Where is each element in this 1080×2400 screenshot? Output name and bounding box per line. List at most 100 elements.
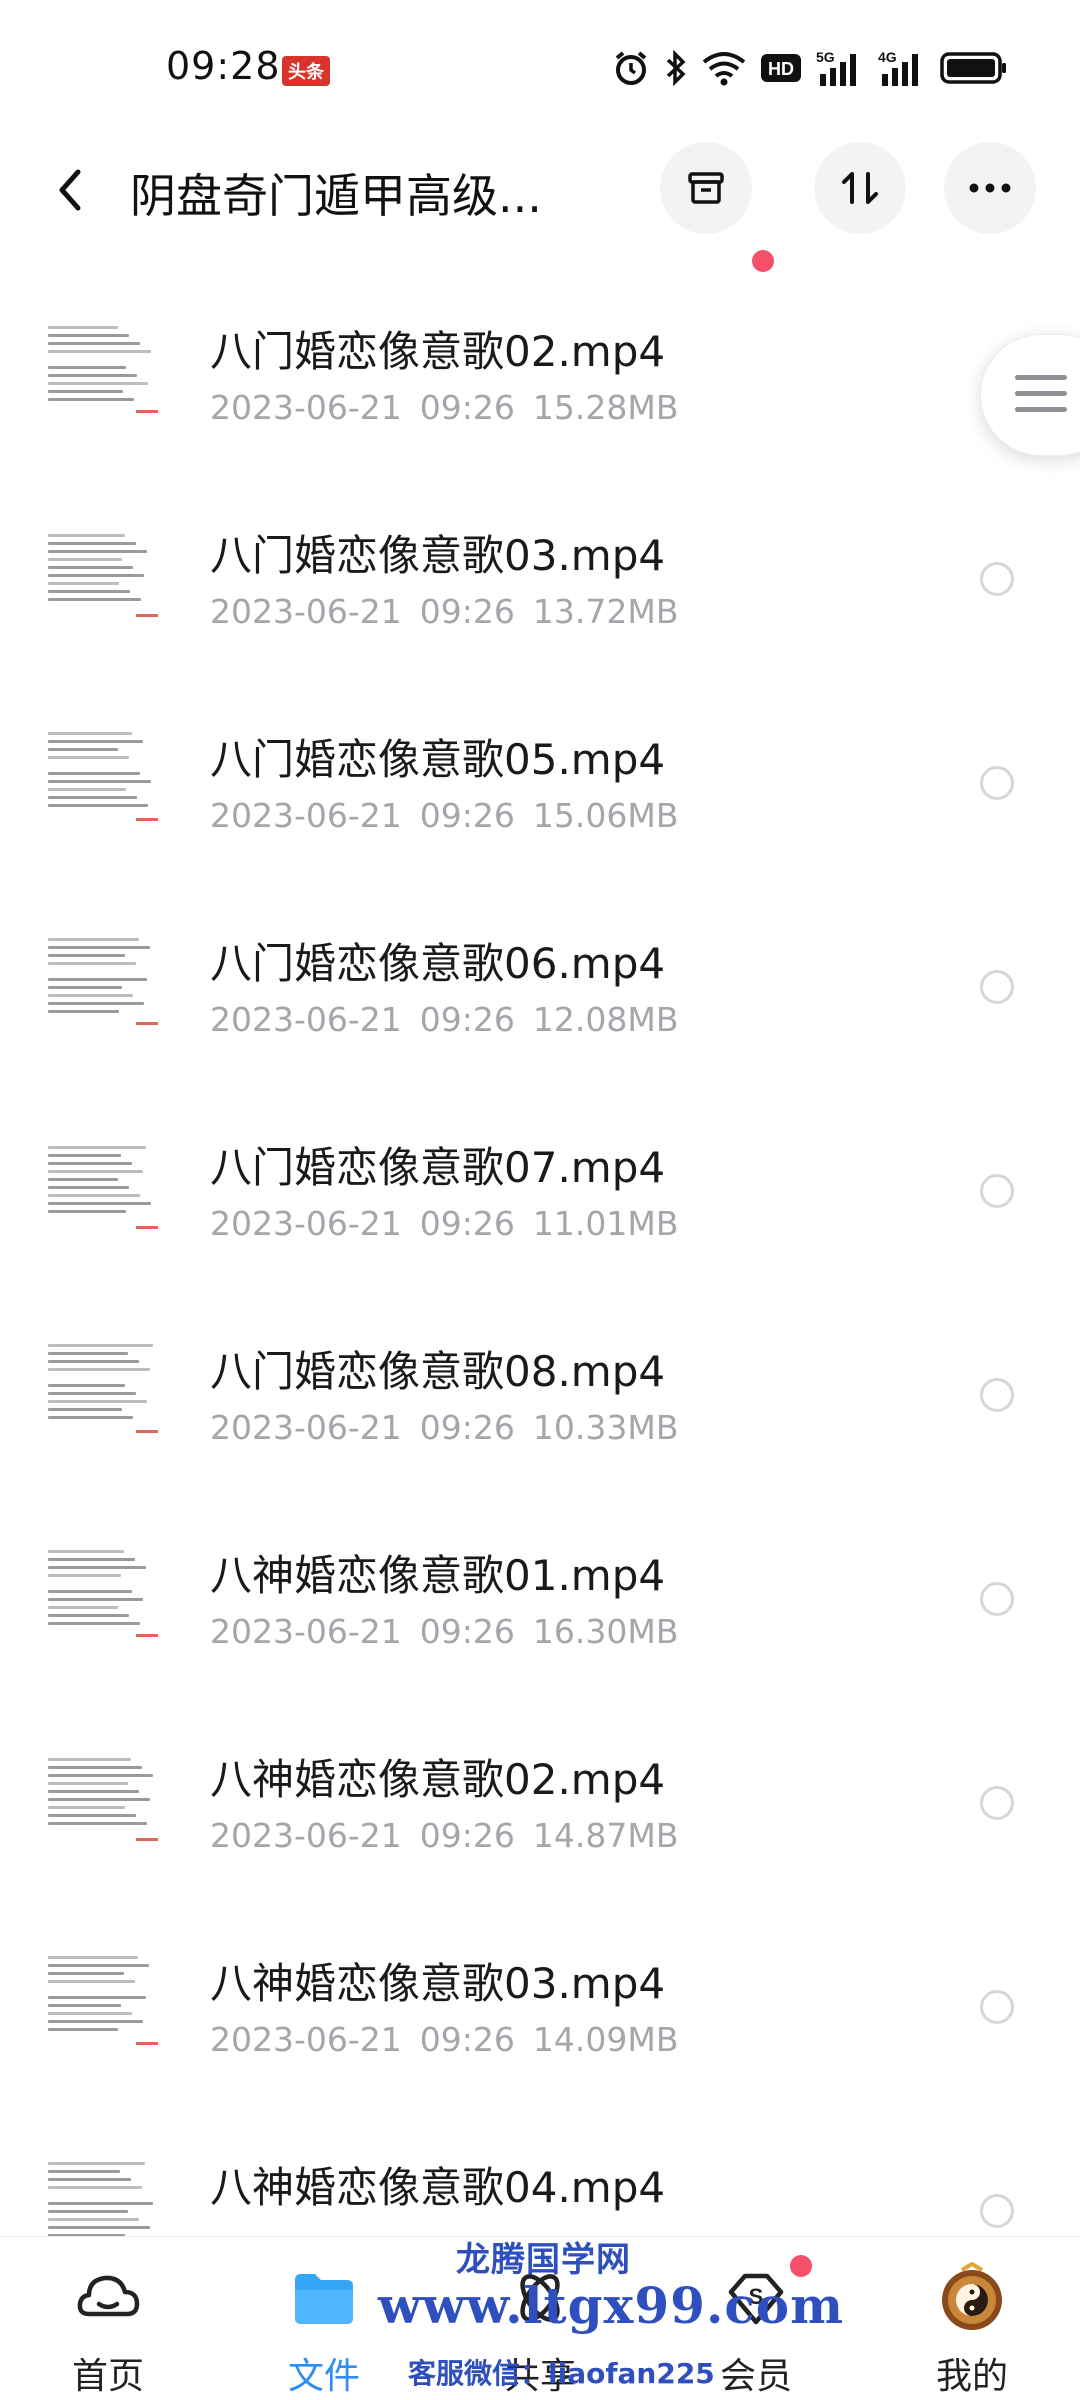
video-thumbnail <box>44 918 164 1038</box>
back-arrow-icon <box>59 169 81 211</box>
top-app-bar: 阴盘奇门遁甲高级... <box>0 130 1080 272</box>
file-time: 09:26 <box>419 1408 515 1447</box>
file-meta: 2023-06-21 09:26 13.72MB <box>210 592 696 631</box>
video-thumbnail <box>44 1326 164 1446</box>
file-name: 八门婚恋像意歌02.mp4 <box>210 327 666 376</box>
file-size: 14.09MB <box>532 2020 679 2059</box>
file-name: 八门婚恋像意歌08.mp4 <box>210 1347 666 1396</box>
file-row[interactable]: 八门婚恋像意歌06.mp4 2023-06-21 09:26 12.08MB <box>0 890 1080 1094</box>
select-radio[interactable] <box>980 766 1014 800</box>
video-thumbnail <box>44 1530 164 1650</box>
vip-notification-dot <box>790 2255 812 2277</box>
file-name: 八门婚恋像意歌03.mp4 <box>210 531 666 580</box>
file-meta: 2023-06-21 09:26 14.87MB <box>210 1816 696 1855</box>
file-time: 09:26 <box>419 1204 515 1243</box>
file-size: 13.72MB <box>532 592 679 631</box>
signal-4g-icon: 4G <box>878 48 926 88</box>
file-date: 2023-06-21 <box>210 592 402 631</box>
signal-5g-icon: 5G <box>816 48 864 88</box>
file-date: 2023-06-21 <box>210 1408 402 1447</box>
screen: 09:28 头条 HD 5G 4G 阴盘奇门遁甲高级... 八门婚恋像意歌02.… <box>0 0 1080 2400</box>
video-thumbnail <box>44 1122 164 1242</box>
file-time: 09:26 <box>419 592 515 631</box>
file-name: 八门婚恋像意歌06.mp4 <box>210 939 666 988</box>
file-row[interactable]: 八门婚恋像意歌05.mp4 2023-06-21 09:26 15.06MB <box>0 686 1080 890</box>
file-name: 八门婚恋像意歌07.mp4 <box>210 1143 666 1192</box>
page-title: 阴盘奇门遁甲高级... <box>130 169 542 223</box>
video-thumbnail <box>44 714 164 834</box>
file-date: 2023-06-21 <box>210 796 402 835</box>
status-icons: HD 5G 4G <box>612 46 1008 90</box>
file-row[interactable]: 八神婚恋像意歌01.mp4 2023-06-21 09:26 16.30MB <box>0 1502 1080 1706</box>
sort-icon <box>842 172 878 204</box>
file-date: 2023-06-21 <box>210 1816 402 1855</box>
file-row[interactable]: 八门婚恋像意歌02.mp4 2023-06-21 09:26 15.28MB <box>0 278 1080 482</box>
select-radio[interactable] <box>980 2194 1014 2228</box>
select-radio[interactable] <box>980 1990 1014 2024</box>
file-time: 09:26 <box>419 388 515 427</box>
file-size: 12.08MB <box>532 1000 679 1039</box>
watermark-contact: 客服微信：liaofan225 <box>408 2357 715 2390</box>
video-thumbnail <box>44 1734 164 1854</box>
file-date: 2023-06-21 <box>210 2020 402 2059</box>
file-time: 09:26 <box>419 1816 515 1855</box>
file-time: 09:26 <box>419 2020 515 2059</box>
select-radio[interactable] <box>980 562 1014 596</box>
status-time: 09:28 <box>166 44 281 88</box>
select-radio[interactable] <box>980 1786 1014 1820</box>
svg-text:HD: HD <box>768 59 794 79</box>
nav-home[interactable]: 首页 <box>0 2237 216 2400</box>
select-radio[interactable] <box>980 1174 1014 1208</box>
menu-lines-icon <box>1015 375 1067 423</box>
select-radio[interactable] <box>980 970 1014 1004</box>
file-time: 09:26 <box>419 796 515 835</box>
status-badge: 头条 <box>282 56 330 86</box>
sort-button[interactable] <box>814 142 906 234</box>
select-radio[interactable] <box>980 1582 1014 1616</box>
nav-files-label: 文件 <box>287 2356 360 2397</box>
file-list: 八门婚恋像意歌02.mp4 2023-06-21 09:26 15.28MB 八门婚恋像… <box>0 278 1080 2318</box>
back-button[interactable] <box>40 160 100 220</box>
video-thumbnail <box>44 306 164 426</box>
file-meta: 2023-06-21 09:26 10.33MB <box>210 1408 696 1447</box>
file-name: 八神婚恋像意歌01.mp4 <box>210 1551 666 1600</box>
nav-me-label: 我的 <box>935 2356 1008 2397</box>
folder-icon <box>286 2263 362 2333</box>
notification-dot <box>752 250 774 272</box>
avatar-icon <box>934 2262 1010 2333</box>
more-button[interactable] <box>944 142 1036 234</box>
file-meta: 2023-06-21 09:26 14.09MB <box>210 2020 696 2059</box>
file-row[interactable]: 八门婚恋像意歌07.mp4 2023-06-21 09:26 11.01MB <box>0 1094 1080 1298</box>
watermark-url: www.ltgx99.com <box>378 2276 845 2335</box>
nav-home-label: 首页 <box>71 2356 144 2397</box>
file-date: 2023-06-21 <box>210 1204 402 1243</box>
svg-text:4G: 4G <box>878 49 897 65</box>
file-meta: 2023-06-21 09:26 11.01MB <box>210 1204 696 1243</box>
home-cloud-icon <box>70 2263 146 2333</box>
hd-icon: HD <box>760 52 802 84</box>
file-date: 2023-06-21 <box>210 388 402 427</box>
archive-icon <box>688 172 724 204</box>
file-row[interactable]: 八门婚恋像意歌03.mp4 2023-06-21 09:26 13.72MB <box>0 482 1080 686</box>
file-name: 八神婚恋像意歌02.mp4 <box>210 1755 666 1804</box>
file-date: 2023-06-21 <box>210 1612 402 1651</box>
file-row[interactable]: 八神婚恋像意歌02.mp4 2023-06-21 09:26 14.87MB <box>0 1706 1080 1910</box>
file-time: 09:26 <box>419 1000 515 1039</box>
file-size: 16.30MB <box>532 1612 679 1651</box>
file-size: 15.28MB <box>532 388 679 427</box>
file-row[interactable]: 八神婚恋像意歌03.mp4 2023-06-21 09:26 14.09MB <box>0 1910 1080 2114</box>
battery-icon <box>940 51 1008 85</box>
archive-button[interactable] <box>660 142 752 234</box>
file-name: 八门婚恋像意歌05.mp4 <box>210 735 666 784</box>
select-radio[interactable] <box>980 1378 1014 1412</box>
file-name: 八神婚恋像意歌03.mp4 <box>210 1959 666 2008</box>
file-name: 八神婚恋像意歌04.mp4 <box>210 2163 666 2212</box>
file-size: 11.01MB <box>532 1204 679 1243</box>
watermark-title: 龙腾国学网 <box>456 2240 631 2280</box>
file-meta: 2023-06-21 09:26 12.08MB <box>210 1000 696 1039</box>
file-row[interactable]: 八门婚恋像意歌08.mp4 2023-06-21 09:26 10.33MB <box>0 1298 1080 1502</box>
nav-me[interactable]: 我的 <box>864 2237 1080 2400</box>
file-meta: 2023-06-21 09:26 16.30MB <box>210 1612 696 1651</box>
alarm-icon <box>612 49 650 87</box>
video-thumbnail <box>44 510 164 630</box>
